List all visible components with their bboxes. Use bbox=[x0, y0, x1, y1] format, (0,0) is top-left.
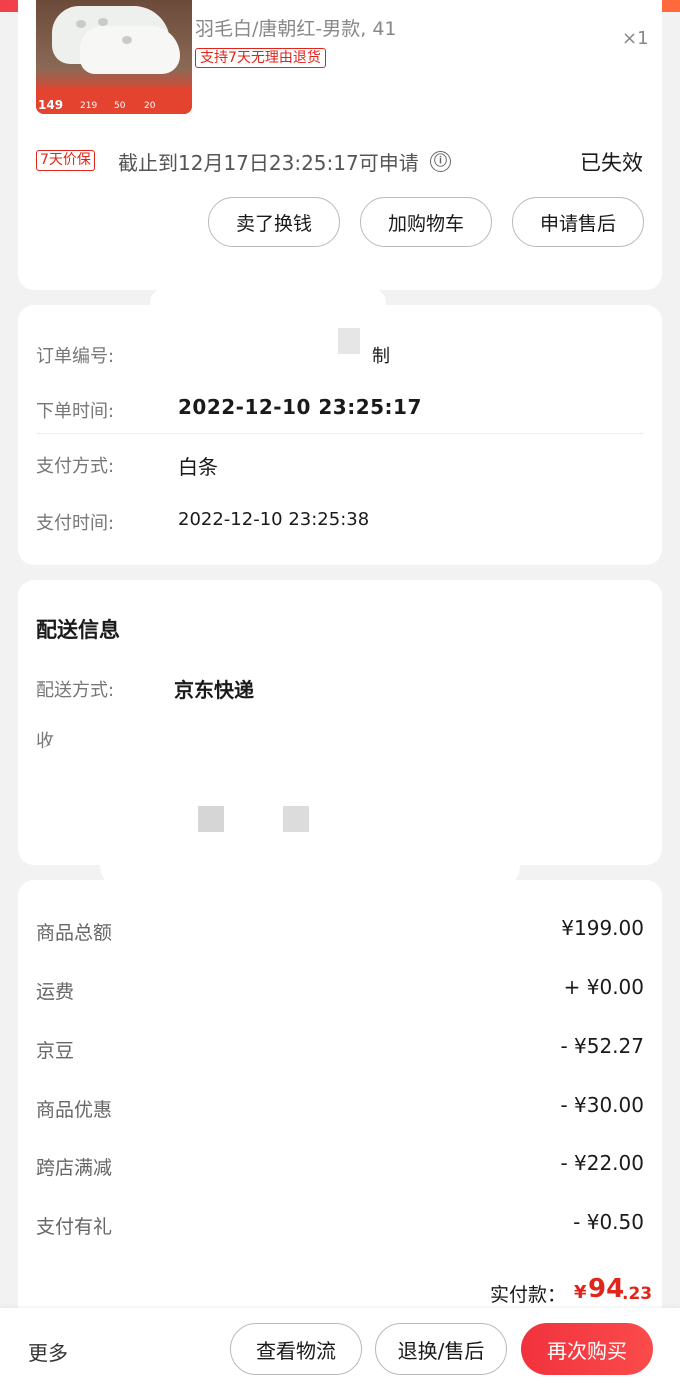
divider bbox=[36, 433, 644, 434]
buy-again-button[interactable]: 再次购买 bbox=[521, 1323, 653, 1375]
total-paid-decimal: .23 bbox=[622, 1284, 653, 1304]
price-protect-status: 已失效 bbox=[580, 151, 643, 175]
view-logistics-button[interactable]: 查看物流 bbox=[230, 1323, 362, 1375]
apply-after-sale-button[interactable]: 申请售后 bbox=[512, 197, 644, 247]
product-discount-label: 商品优惠 bbox=[36, 1099, 113, 1121]
product-quantity: ×1 bbox=[622, 28, 649, 49]
redaction-block bbox=[283, 806, 309, 832]
shoe-image-right bbox=[80, 26, 180, 74]
payment-time-value: 2022-12-10 23:25:38 bbox=[178, 509, 370, 530]
order-number-label: 订单编号: bbox=[36, 346, 115, 367]
subtotal-label: 商品总额 bbox=[36, 922, 113, 944]
shipping-label: 运费 bbox=[36, 981, 75, 1003]
shoe-hole bbox=[98, 18, 108, 26]
jingdou-value: - ¥52.27 bbox=[560, 1034, 644, 1058]
shoe-hole bbox=[122, 36, 132, 44]
return-exchange-button[interactable]: 退换/售后 bbox=[375, 1323, 507, 1375]
payment-gift-label: 支付有礼 bbox=[36, 1216, 113, 1238]
thumb-number: 50 bbox=[114, 101, 126, 111]
delivery-method-value: 京东快递 bbox=[174, 678, 254, 702]
order-time-value: 2022-12-10 23:25:17 bbox=[178, 395, 422, 419]
price-protect-tag: 7天价保 bbox=[36, 150, 95, 171]
redaction-block bbox=[198, 806, 224, 832]
total-paid-integer: 94 bbox=[588, 1274, 625, 1304]
cross-store-discount-value: - ¥22.00 bbox=[560, 1151, 644, 1175]
thumb-number: 219 bbox=[80, 101, 98, 111]
return-policy-tag: 支持7天无理由退货 bbox=[195, 48, 326, 68]
redaction-blur bbox=[150, 288, 386, 318]
order-time-label: 下单时间: bbox=[36, 401, 115, 422]
price-protect-deadline: 截止到12月17日23:25:17可申请 bbox=[118, 151, 419, 175]
thumb-number: 20 bbox=[144, 101, 156, 111]
product-discount-value: - ¥30.00 bbox=[560, 1093, 644, 1117]
subtotal-value: ¥199.00 bbox=[561, 916, 644, 940]
total-paid-currency: ¥ bbox=[574, 1282, 587, 1303]
info-icon[interactable]: ⓘ bbox=[430, 151, 451, 172]
thumb-price: 149 bbox=[38, 98, 64, 112]
delivery-method-label: 配送方式: bbox=[36, 680, 115, 701]
cross-store-discount-label: 跨店满减 bbox=[36, 1157, 113, 1179]
product-thumbnail[interactable]: 149 219 50 20 bbox=[36, 0, 192, 114]
payment-method-value: 白条 bbox=[178, 455, 218, 479]
add-to-cart-button[interactable]: 加购物车 bbox=[360, 197, 492, 247]
jingdou-label: 京豆 bbox=[36, 1040, 75, 1062]
shoe-hole bbox=[76, 20, 86, 28]
shipping-value: + ¥0.00 bbox=[563, 975, 644, 999]
redaction-block bbox=[338, 328, 360, 354]
payment-time-label: 支付时间: bbox=[36, 513, 115, 534]
total-paid-label: 实付款： bbox=[490, 1284, 567, 1306]
order-number-partial: 制 bbox=[372, 346, 390, 367]
payment-method-label: 支付方式: bbox=[36, 456, 115, 477]
more-button[interactable]: 更多 bbox=[28, 1337, 68, 1366]
payment-gift-value: - ¥0.50 bbox=[573, 1210, 644, 1234]
sell-for-cash-button[interactable]: 卖了换钱 bbox=[208, 197, 340, 247]
product-spec: 羽毛白/唐朝红-男款, 41 bbox=[195, 18, 397, 40]
redaction-blur bbox=[28, 744, 648, 844]
delivery-title: 配送信息 bbox=[36, 618, 120, 642]
